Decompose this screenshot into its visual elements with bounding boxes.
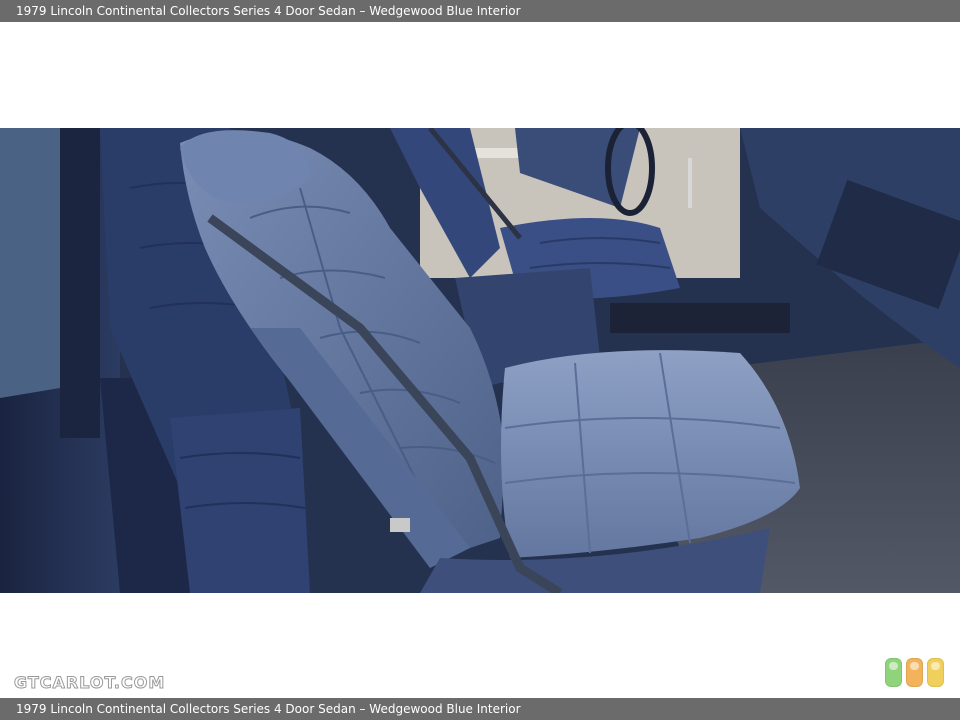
seatbelt-buckle bbox=[390, 518, 410, 532]
yellow-indicator-icon bbox=[927, 658, 944, 687]
rear-window bbox=[0, 128, 60, 398]
top-caption-bar: 1979 Lincoln Continental Collectors Seri… bbox=[0, 0, 960, 22]
car-interior-photo bbox=[0, 128, 960, 593]
image-title: 1979 Lincoln Continental Collectors Seri… bbox=[16, 4, 521, 18]
interior-illustration bbox=[0, 128, 960, 593]
rear-seat-cushion bbox=[170, 408, 310, 593]
gtcarlot-logo[interactable]: GTCARLOT.COM bbox=[13, 673, 165, 693]
status-indicator-dots bbox=[885, 658, 945, 688]
green-indicator-icon bbox=[885, 658, 902, 687]
image-caption: 1979 Lincoln Continental Collectors Seri… bbox=[16, 702, 521, 716]
orange-indicator-icon bbox=[906, 658, 923, 687]
center-console bbox=[610, 303, 790, 333]
bottom-caption-bar: 1979 Lincoln Continental Collectors Seri… bbox=[0, 698, 960, 720]
